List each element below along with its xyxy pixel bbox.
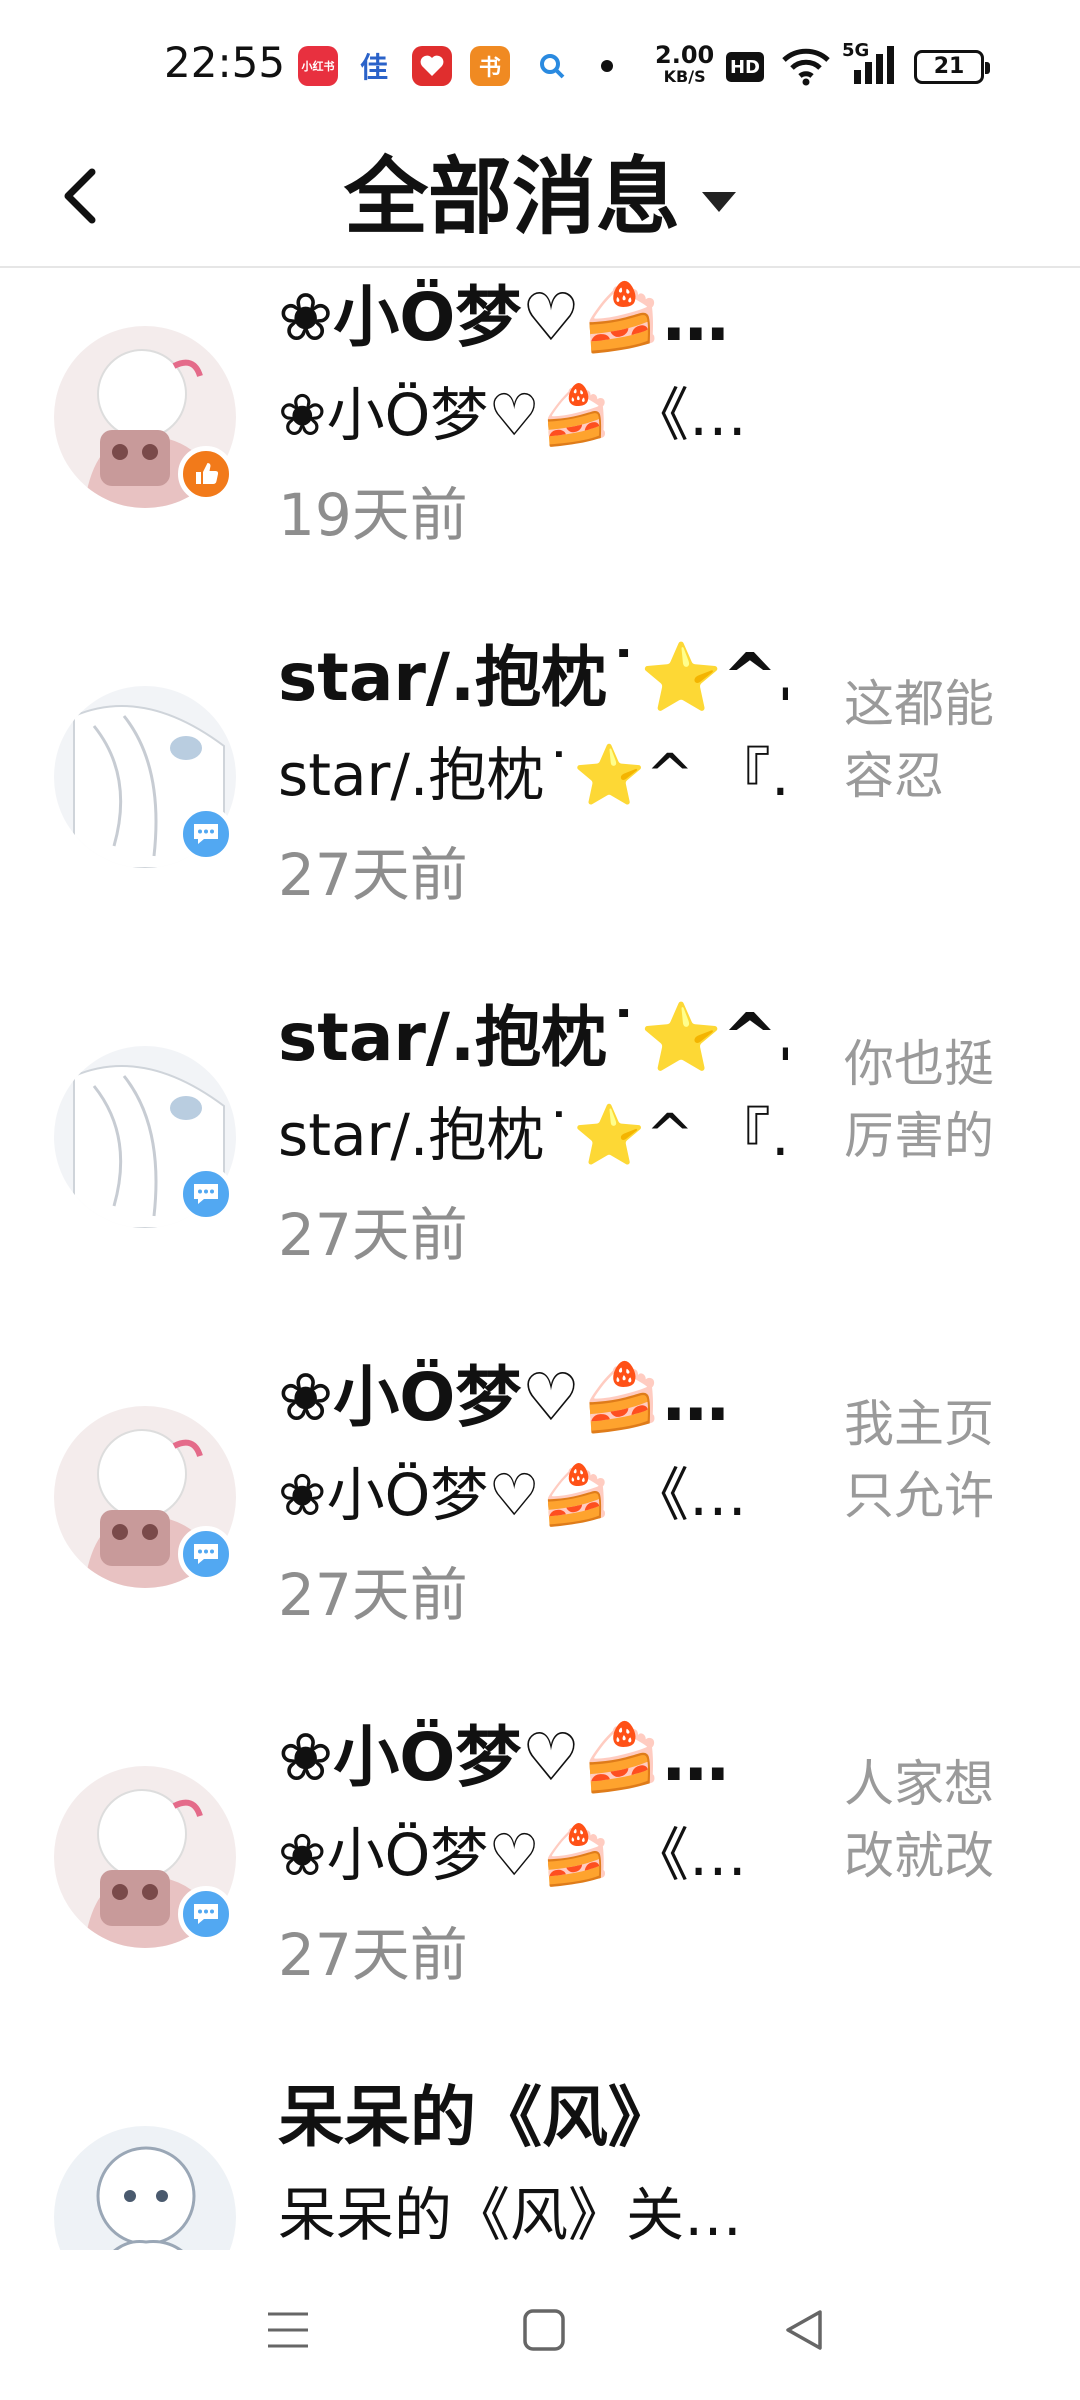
menu-button[interactable] xyxy=(248,2290,328,2370)
message-time: 27天前 xyxy=(278,1201,468,1269)
caret-down-icon xyxy=(702,192,736,212)
heart-app-icon xyxy=(412,46,452,86)
message-item[interactable]: ❀小Ö梦♡🍰… ❀小Ö梦♡🍰 《… 27天前 人家想改就改 xyxy=(0,1708,1080,2068)
hd-badge: HD xyxy=(726,52,764,82)
cell-signal-icon: 5G xyxy=(842,40,898,92)
message-item[interactable]: ❀小Ö梦♡🍰… ❀小Ö梦♡🍰 《… 27天前 我主页只允许姿斗 xyxy=(0,1348,1080,1708)
menu-icon xyxy=(268,2312,308,2348)
sender-name: ❀小Ö梦♡🍰… xyxy=(278,279,729,356)
back-triangle-icon xyxy=(786,2310,822,2350)
message-item[interactable]: star/.抱枕˙⭐^… star/.抱枕˙⭐^ 『… 27天前 这都能容忍 xyxy=(0,628,1080,988)
message-time: 19天前 xyxy=(278,481,468,549)
quoted-comment: 这都能容忍 xyxy=(844,675,994,805)
message-preview: 呆呆的《风》关… xyxy=(278,2181,743,2249)
quoted-comment: 我主页只允许姿斗 xyxy=(844,1395,994,1524)
system-nav-bar xyxy=(0,2250,1080,2400)
comment-badge-icon xyxy=(178,1526,234,1582)
notification-dot xyxy=(601,60,613,72)
message-time: 27天前 xyxy=(278,841,468,909)
home-square-icon xyxy=(523,2309,565,2351)
message-preview: star/.抱枕˙⭐^ 『… xyxy=(278,1101,788,1169)
jiazhuang-app-icon: 佳 xyxy=(359,51,388,84)
message-preview: ❀小Ö梦♡🍰 《… xyxy=(278,1461,747,1529)
sender-name: 呆呆的《风》 xyxy=(278,2079,674,2156)
avatar[interactable] xyxy=(54,2126,236,2250)
battery-level: 21 xyxy=(933,54,965,79)
comment-badge-icon xyxy=(178,1886,234,1942)
net-speed: 2.00 KB/S xyxy=(655,41,715,86)
message-filter-dropdown[interactable]: 全部消息 xyxy=(344,142,736,252)
message-list[interactable]: ❀小Ö梦♡🍰… ❀小Ö梦♡🍰 《… 19天前 star/.抱枕˙⭐^… star… xyxy=(0,268,1080,2250)
message-time: 27天前 xyxy=(278,1921,468,1989)
message-item[interactable]: star/.抱枕˙⭐^… star/.抱枕˙⭐^ 『… 27天前 你也挺厉害的 xyxy=(0,988,1080,1348)
sender-name: ❀小Ö梦♡🍰… xyxy=(278,1359,729,1436)
message-item[interactable]: 呆呆的《风》 呆呆的《风》关… xyxy=(0,2068,1080,2250)
battery-icon: 21 xyxy=(914,50,990,84)
sender-name: star/.抱枕˙⭐^… xyxy=(278,999,788,1076)
comment-badge-icon xyxy=(178,806,234,862)
system-back-button[interactable] xyxy=(764,2290,844,2370)
xiaohongshu-app-icon: 小红书 xyxy=(298,46,338,86)
quoted-comment: 你也挺厉害的 xyxy=(844,1035,994,1165)
network-type-label: 5G xyxy=(842,40,870,61)
status-bar: 22:55 小红书 佳 书 2.00 KB/S HD 5G 21 xyxy=(0,0,1080,130)
sender-name: star/.抱枕˙⭐^… xyxy=(278,639,788,716)
shop-app-icon: 书 xyxy=(470,46,510,86)
like-badge-icon xyxy=(178,446,234,502)
message-preview: ❀小Ö梦♡🍰 《… xyxy=(278,381,747,449)
quoted-comment: 人家想改就改 xyxy=(844,1755,994,1885)
status-time: 22:55 xyxy=(164,38,286,87)
search-app-icon xyxy=(532,46,572,86)
page-title: 全部消息 xyxy=(343,148,680,246)
message-preview: ❀小Ö梦♡🍰 《… xyxy=(278,1821,747,1889)
home-button[interactable] xyxy=(504,2290,584,2370)
message-time: 27天前 xyxy=(278,1561,468,1629)
app-header: 全部消息 xyxy=(0,130,1080,268)
message-preview: star/.抱枕˙⭐^ 『… xyxy=(278,741,788,809)
sender-name: ❀小Ö梦♡🍰… xyxy=(278,1719,729,1796)
comment-badge-icon xyxy=(178,1166,234,1222)
message-item[interactable]: ❀小Ö梦♡🍰… ❀小Ö梦♡🍰 《… 19天前 xyxy=(0,268,1080,628)
wifi-icon xyxy=(782,48,830,86)
